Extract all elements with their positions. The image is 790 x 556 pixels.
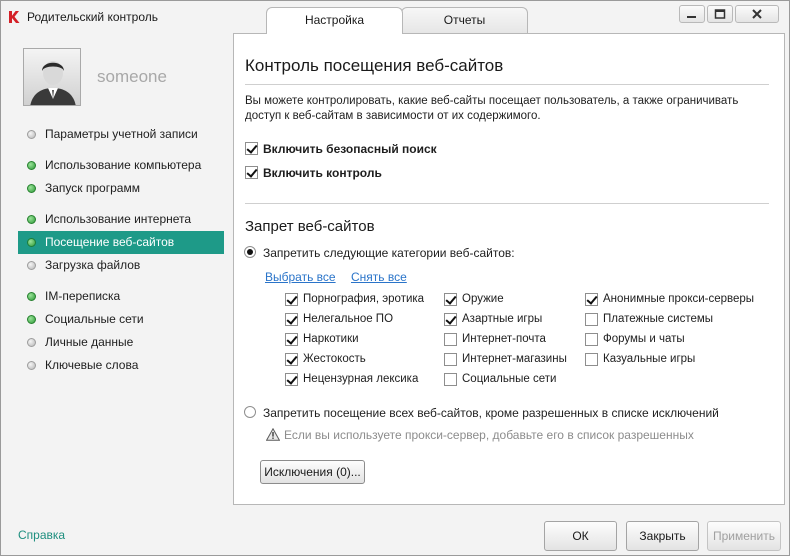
status-dot-icon xyxy=(27,261,36,270)
username: someone xyxy=(97,67,167,86)
warning-icon xyxy=(266,428,280,441)
status-dot-icon xyxy=(27,215,36,224)
tab-settings-label: Настройка xyxy=(304,13,365,27)
category-checkbox-illegal-software[interactable] xyxy=(285,313,298,326)
category-label-profanity[interactable]: Нецензурная лексика xyxy=(303,373,418,385)
kaspersky-logo-icon xyxy=(9,11,20,23)
status-dot-icon xyxy=(27,338,36,347)
settings-panel: Контроль посещения веб-сайтов Вы можете … xyxy=(233,33,785,505)
block-all-label[interactable]: Запретить посещение всех веб-сайтов, кро… xyxy=(263,406,719,420)
sidebar-item-file-downloads[interactable]: Загрузка файлов xyxy=(18,254,224,277)
sidebar-item-label: Личные данные xyxy=(45,335,134,349)
sidebar-item-account-settings[interactable]: Параметры учетной записи xyxy=(18,123,224,146)
sidebar-item-website-visits[interactable]: Посещение веб-сайтов xyxy=(18,231,224,254)
category-label-casual-games[interactable]: Казуальные игры xyxy=(603,353,695,365)
block-categories-radio[interactable] xyxy=(244,246,256,258)
status-dot-icon xyxy=(27,361,36,370)
category-label-weapons[interactable]: Оружие xyxy=(462,293,504,305)
close-window-button[interactable] xyxy=(735,5,779,23)
proxy-note: Если вы используете прокси-сервер, добав… xyxy=(284,428,694,442)
sidebar-item-label: IM-переписка xyxy=(45,289,121,303)
avatar xyxy=(23,48,81,106)
block-section-title: Запрет веб-сайтов xyxy=(245,218,375,235)
close-button[interactable]: Закрыть xyxy=(626,521,699,551)
category-label-payment-systems[interactable]: Платежные системы xyxy=(603,313,713,325)
title-divider xyxy=(245,84,769,85)
category-checkbox-online-shops[interactable] xyxy=(444,353,457,366)
page-description: Вы можете контролировать, какие веб-сайт… xyxy=(245,95,739,122)
tab-reports[interactable]: Отчеты xyxy=(401,7,528,33)
clear-all-link[interactable]: Снять все xyxy=(351,270,407,284)
sidebar-item-label: Посещение веб-сайтов xyxy=(45,235,175,249)
parental-control-window: Родительский контроль Отчеты Настройка s… xyxy=(0,0,790,556)
sidebar-item-label: Использование компьютера xyxy=(45,158,202,172)
page-title: Контроль посещения веб-сайтов xyxy=(245,56,504,75)
status-dot-icon xyxy=(27,315,36,324)
sidebar-item-label: Ключевые слова xyxy=(45,358,139,372)
status-dot-icon xyxy=(27,238,36,247)
enable-control-checkbox[interactable] xyxy=(245,166,258,179)
category-checkbox-forums-chats[interactable] xyxy=(585,333,598,346)
category-checkbox-webmail[interactable] xyxy=(444,333,457,346)
close-icon xyxy=(752,9,762,19)
category-checkbox-weapons[interactable] xyxy=(444,293,457,306)
category-checkbox-porn[interactable] xyxy=(285,293,298,306)
sidebar-item-personal-data[interactable]: Личные данные xyxy=(18,331,224,354)
sidebar-item-label: Параметры учетной записи xyxy=(45,127,198,141)
block-categories-label[interactable]: Запретить следующие категории веб-сайтов… xyxy=(263,246,515,260)
status-dot-icon xyxy=(27,184,36,193)
sidebar-item-label: Социальные сети xyxy=(45,312,144,326)
help-link[interactable]: Справка xyxy=(18,528,65,542)
sidebar-item-label: Использование интернета xyxy=(45,212,192,226)
window-title: Родительский контроль xyxy=(27,10,158,24)
status-dot-icon xyxy=(27,292,36,301)
status-dot-icon xyxy=(27,130,36,139)
sidebar: someone Параметры учетной записи Использ… xyxy=(1,33,233,505)
category-checkbox-social-networks[interactable] xyxy=(444,373,457,386)
category-checkbox-violence[interactable] xyxy=(285,353,298,366)
category-label-online-shops[interactable]: Интернет-магазины xyxy=(462,353,567,365)
category-checkbox-gambling[interactable] xyxy=(444,313,457,326)
sidebar-item-internet-usage[interactable]: Использование интернета xyxy=(18,208,224,231)
sidebar-item-keywords[interactable]: Ключевые слова xyxy=(18,354,224,377)
category-label-violence[interactable]: Жестокость xyxy=(303,353,366,365)
sidebar-item-computer-usage[interactable]: Использование компьютера xyxy=(18,154,224,177)
enable-control-label[interactable]: Включить контроль xyxy=(263,166,382,180)
minimize-button[interactable] xyxy=(679,5,705,23)
status-dot-icon xyxy=(27,161,36,170)
maximize-icon xyxy=(714,9,726,19)
block-all-radio[interactable] xyxy=(244,406,256,418)
user-avatar-icon xyxy=(24,49,80,105)
maximize-button[interactable] xyxy=(707,5,733,23)
category-label-forums-chats[interactable]: Форумы и чаты xyxy=(603,333,685,345)
select-all-link[interactable]: Выбрать все xyxy=(265,270,336,284)
category-checkbox-profanity[interactable] xyxy=(285,373,298,386)
category-checkbox-payment-systems[interactable] xyxy=(585,313,598,326)
category-checkbox-casual-games[interactable] xyxy=(585,353,598,366)
category-label-drugs[interactable]: Наркотики xyxy=(303,333,359,345)
category-label-gambling[interactable]: Азартные игры xyxy=(462,313,542,325)
minimize-icon xyxy=(687,16,696,18)
safe-search-label[interactable]: Включить безопасный поиск xyxy=(263,142,437,156)
category-label-anonymous-proxies[interactable]: Анонимные прокси-серверы xyxy=(603,293,754,305)
section-divider xyxy=(245,203,769,204)
exclusions-button[interactable]: Исключения (0)... xyxy=(260,460,365,484)
category-label-webmail[interactable]: Интернет-почта xyxy=(462,333,546,345)
sidebar-item-im-messaging[interactable]: IM-переписка xyxy=(18,285,224,308)
tab-reports-label: Отчеты xyxy=(443,13,486,27)
category-label-illegal-software[interactable]: Нелегальное ПО xyxy=(303,313,393,325)
tab-settings[interactable]: Настройка xyxy=(266,7,403,34)
sidebar-item-label: Запуск программ xyxy=(45,181,140,195)
sidebar-item-label: Загрузка файлов xyxy=(45,258,141,272)
apply-button[interactable]: Применить xyxy=(707,521,781,551)
category-checkbox-drugs[interactable] xyxy=(285,333,298,346)
sidebar-item-program-launch[interactable]: Запуск программ xyxy=(18,177,224,200)
category-label-social-networks[interactable]: Социальные сети xyxy=(462,373,556,385)
safe-search-checkbox[interactable] xyxy=(245,142,258,155)
category-checkbox-anonymous-proxies[interactable] xyxy=(585,293,598,306)
title-bar: Родительский контроль Отчеты Настройка xyxy=(1,1,789,34)
ok-button[interactable]: ОК xyxy=(544,521,617,551)
category-label-porn[interactable]: Порнография, эротика xyxy=(303,293,424,305)
sidebar-item-social-networks[interactable]: Социальные сети xyxy=(18,308,224,331)
